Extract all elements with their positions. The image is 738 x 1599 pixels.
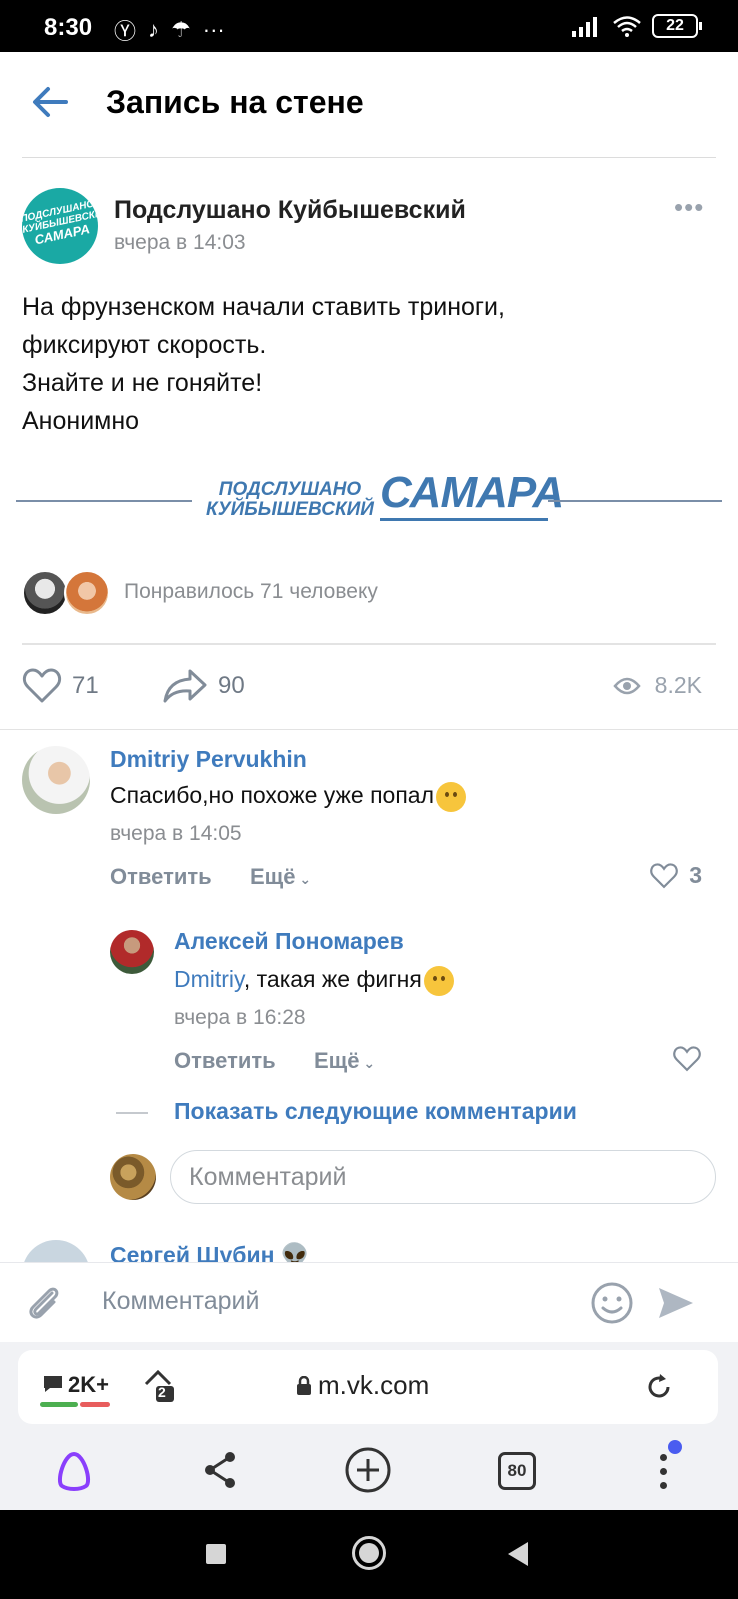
url-text[interactable]: m.vk.com <box>318 1370 429 1401</box>
alice-assistant-icon[interactable] <box>52 1448 96 1492</box>
comment-avatar[interactable] <box>22 746 90 814</box>
post-menu-icon[interactable]: ••• <box>674 192 704 223</box>
post-actions: 71 90 8.2K <box>0 660 738 712</box>
browser-nav-row: 80 <box>0 1434 738 1508</box>
tabs-badge: 2 <box>158 1384 166 1400</box>
group-avatar[interactable]: ПОДСЛУШАНО КУЙБЫШЕВСКИЙ САМАРА <box>22 188 98 264</box>
browser-toolbar: 2K+ 2 m.vk.com 80 <box>0 1342 738 1510</box>
more-button[interactable]: Ещё ⌄ <box>314 1048 375 1074</box>
post-author[interactable]: Подслушано Куйбышевский <box>114 196 466 225</box>
address-bar[interactable]: 2K+ 2 m.vk.com <box>18 1350 718 1424</box>
post-text-line: Знайте и не гоняйте! <box>22 369 263 397</box>
smile-emoji-icon <box>423 966 454 996</box>
banner-underline <box>380 518 548 521</box>
comment-mention[interactable]: Dmitriy <box>174 966 244 992</box>
comment-compose-bar: Комментарий <box>0 1262 738 1342</box>
views-count: 8.2K <box>654 672 702 698</box>
banner-line-right <box>548 500 722 502</box>
status-time: 8:30 <box>44 14 93 41</box>
page-title: Запись на стене <box>106 84 364 120</box>
comments-progress <box>40 1402 78 1407</box>
recents-button[interactable] <box>206 1544 226 1564</box>
comment-like-button[interactable] <box>672 1046 702 1072</box>
share-icon[interactable] <box>202 1450 238 1490</box>
android-navigation-bar <box>0 1510 738 1599</box>
share-count: 90 <box>218 672 245 699</box>
comment-text: Dmitriy, такая же фигня <box>174 966 454 996</box>
banner-small-text: ПОДСЛУШАНО КУЙБЫШЕВСКИЙ <box>206 479 374 520</box>
liked-by-text[interactable]: Понравилось 71 человеку <box>124 580 378 604</box>
banner-big-text: САМАРА <box>380 468 564 517</box>
show-more-line <box>116 1112 148 1114</box>
comment-like-count: 3 <box>689 862 702 888</box>
more-button[interactable]: Ещё ⌄ <box>250 864 311 890</box>
views: 8.2K <box>613 672 702 699</box>
menu-dots-icon[interactable] <box>658 1450 668 1494</box>
post-text-line: Анонимно <box>22 407 140 435</box>
comment-text: Спасибо,но похоже уже попал <box>110 782 467 812</box>
comment-time: вчера в 14:05 <box>110 822 242 845</box>
thinking-emoji-icon <box>436 782 467 812</box>
back-button-icon[interactable] <box>506 1540 530 1568</box>
tiktok-notification-icon: ♪ <box>148 17 160 42</box>
heart-icon <box>650 862 678 888</box>
signal-icon <box>572 17 597 37</box>
comment-input[interactable]: Комментарий <box>102 1287 259 1316</box>
comment-author[interactable]: Алексей Пономарев <box>174 928 404 955</box>
divider <box>0 729 738 730</box>
reply-button[interactable]: Ответить <box>110 864 212 890</box>
comment-avatar[interactable] <box>110 930 154 974</box>
home-button[interactable] <box>352 1536 386 1570</box>
status-bar: 8:30 Ⓨ ♪ ☂ ··· 22 <box>0 0 738 52</box>
heart-icon <box>673 1046 701 1072</box>
my-avatar <box>110 1154 156 1200</box>
liker-avatar[interactable] <box>64 570 110 616</box>
comment-time: вчера в 16:28 <box>174 1006 306 1029</box>
heart-icon <box>22 668 62 703</box>
notification-icons: Ⓨ ♪ ☂ ··· <box>104 14 225 46</box>
liker-avatar[interactable] <box>22 570 68 616</box>
share-button[interactable]: 90 <box>162 668 245 704</box>
post-text-line: фиксируют скорость. <box>22 331 267 359</box>
show-more-comments-link[interactable]: Показать следующие комментарии <box>174 1098 577 1125</box>
page-header: Запись на стене <box>0 52 738 158</box>
reply-button[interactable]: Ответить <box>174 1048 276 1074</box>
lock-icon <box>297 1376 311 1395</box>
notification-dot <box>668 1440 682 1454</box>
wifi-icon <box>613 16 641 37</box>
new-tab-plus-icon[interactable] <box>344 1446 392 1494</box>
comments-bubble-icon <box>44 1376 62 1392</box>
tabs-counter-icon[interactable]: 80 <box>498 1452 536 1490</box>
comments-count[interactable]: 2K+ <box>68 1372 109 1398</box>
comment-author[interactable]: Dmitriy Pervukhin <box>110 746 307 773</box>
eye-icon <box>613 677 641 694</box>
back-arrow-icon[interactable] <box>28 80 72 124</box>
send-icon[interactable] <box>656 1283 696 1323</box>
reload-icon[interactable] <box>644 1372 674 1402</box>
reply-comment-input[interactable]: Комментарий <box>170 1150 716 1204</box>
post-time: вчера в 14:03 <box>114 231 246 254</box>
attach-icon[interactable] <box>24 1283 64 1323</box>
like-button[interactable]: 71 <box>22 668 99 704</box>
like-count: 71 <box>72 672 99 699</box>
chevron-down-icon: ⌄ <box>295 871 312 887</box>
share-icon <box>163 669 207 703</box>
comments-progress-red <box>80 1402 110 1407</box>
comment-like-button[interactable]: 3 <box>649 862 702 889</box>
more-notifications-icon: ··· <box>202 17 225 42</box>
post-banner-image[interactable]: ПОДСЛУШАНО КУЙБЫШЕВСКИЙ САМАРА <box>16 462 722 536</box>
group-avatar-text: ПОДСЛУШАНО КУЙБЫШЕВСКИЙ САМАРА <box>22 198 98 248</box>
post-text-line: На фрунзенском начали ставить триноги, <box>22 293 505 321</box>
umbrella-notification-icon: ☂ <box>171 17 191 42</box>
header-divider <box>22 157 716 158</box>
battery-icon: 22 <box>652 14 702 38</box>
yandex-notification-icon: Ⓨ <box>114 19 137 44</box>
chevron-down-icon: ⌄ <box>359 1055 376 1071</box>
divider <box>22 643 716 645</box>
status-right: 22 <box>572 14 702 38</box>
post-text: На фрунзенском начали ставить триноги, ф… <box>22 288 505 440</box>
banner-line-left <box>16 500 192 502</box>
emoji-smile-icon[interactable] <box>590 1281 634 1325</box>
